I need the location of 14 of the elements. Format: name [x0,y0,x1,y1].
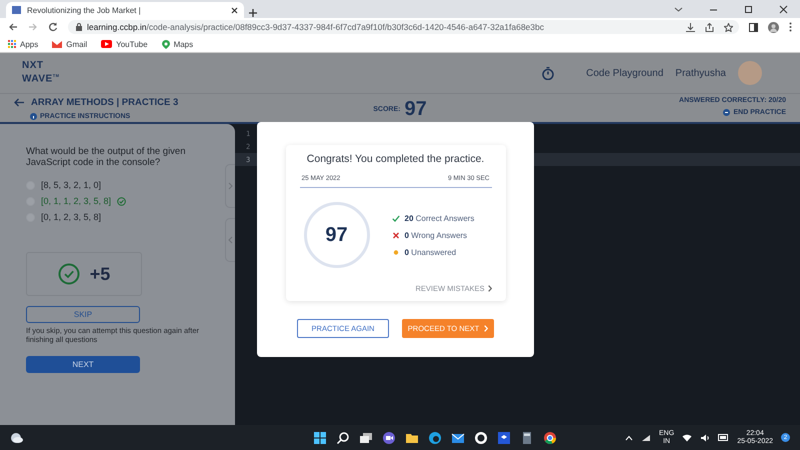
points-card: +5 [26,252,142,296]
stat-text: 0 Unanswered [404,248,456,256]
option-label: [0, 1, 2, 3, 5, 8] [41,212,102,222]
score-ring: 97 [304,202,370,268]
option-label: [0, 1, 1, 2, 3, 5, 8] [41,196,112,206]
result-title: Congrats! You completed the practice. [306,153,486,165]
practice-title: ARRAY METHODS | PRACTICE 3 [31,97,178,108]
tab-title: Revolutionizing the Job Market | [27,6,142,14]
question-text: What would be the output of the given JavaScript code in the console? [26,146,186,168]
stat-text: 20 Correct Answers [404,214,474,222]
option-label: [8, 5, 3, 2, 1, 0] [41,180,102,190]
score-value: 97 [404,98,427,121]
user-name: Prathyusha [675,68,726,78]
stat-text: 0 Wrong Answers [404,230,468,240]
